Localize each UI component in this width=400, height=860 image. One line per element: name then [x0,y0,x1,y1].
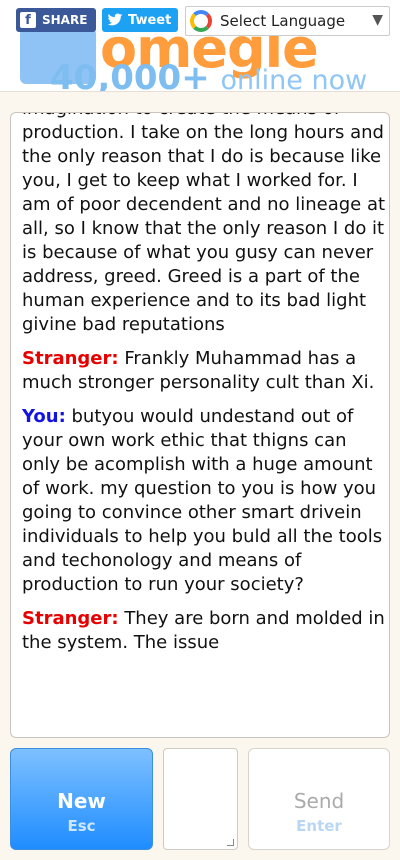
chat-message: You: butyou would undestand out of your … [22,405,389,597]
twitter-tweet-button[interactable]: Tweet [102,8,178,32]
facebook-share-label: SHARE [42,13,88,27]
twitter-tweet-label: Tweet [128,12,172,28]
chat-message: imagination to create the means of produ… [22,113,389,337]
online-count-number: 40,000+ [50,58,210,92]
new-chat-button[interactable]: New Esc [10,748,153,850]
chat-log-content: imagination to create the means of produ… [11,113,389,675]
online-count: 40,000+ online now [50,58,368,92]
send-button[interactable]: Send Enter [248,748,390,850]
chat-message-text: imagination to create the means of produ… [22,113,386,335]
message-input[interactable] [163,748,238,850]
online-count-text: online now [220,65,368,92]
chat-message-sender: Stranger: [22,348,119,369]
facebook-share-button[interactable]: f SHARE [16,8,96,32]
facebook-icon: f [20,12,36,28]
twitter-bird-icon [107,13,123,26]
language-select[interactable]: Select Language ▼ [185,6,390,36]
header: omegle 40,000+ online now f SHARE Tweet … [0,0,400,92]
send-label: Send [293,789,345,813]
language-select-label: Select Language [220,12,346,30]
new-chat-label: New [57,789,106,813]
chevron-down-icon: ▼ [372,12,383,28]
resize-grip-icon[interactable] [227,839,234,846]
chat-message-sender: You: [22,406,66,427]
chat-message-text: butyou would undestand out of your own w… [22,406,383,595]
chat-log[interactable]: imagination to create the means of produ… [10,112,390,738]
bottom-controls: New Esc Send Enter [0,744,400,860]
chat-message: Stranger: Frankly Muhammad has a much st… [22,347,389,395]
chat-message-sender: Stranger: [22,608,119,629]
new-chat-hint: Esc [67,817,96,835]
google-icon [190,10,212,32]
send-hint: Enter [296,817,342,835]
chat-message: Stranger: They are born and molded in th… [22,607,389,655]
